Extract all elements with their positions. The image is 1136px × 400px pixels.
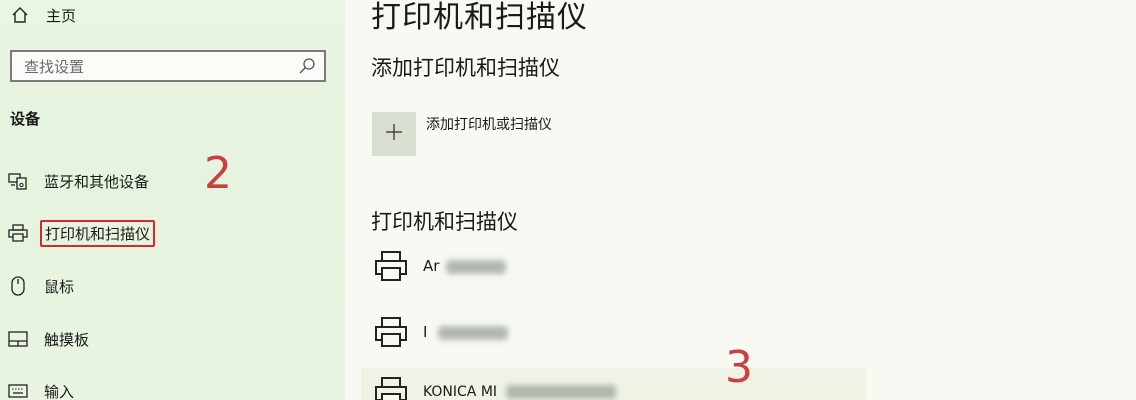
- redacted-text: [438, 325, 509, 340]
- redacted-text: [505, 385, 616, 399]
- sidebar-item-mouse[interactable]: 鼠标: [8, 273, 74, 299]
- printer-name: I: [423, 323, 509, 341]
- printer-list-title: 打印机和扫描仪: [371, 210, 518, 234]
- printer-name: KONICA MI: [423, 384, 616, 400]
- bluetooth-devices-icon: [8, 171, 28, 191]
- search-icon[interactable]: [296, 55, 318, 77]
- annotation-step-3: 3: [725, 342, 753, 393]
- printer-icon: [371, 372, 411, 400]
- printer-name: Ar: [423, 257, 507, 275]
- printer-icon: [371, 246, 411, 286]
- home-icon: [10, 5, 30, 25]
- printer-list-item[interactable]: I: [371, 310, 509, 354]
- redacted-text: [446, 259, 507, 274]
- add-printer-button[interactable]: [372, 112, 416, 156]
- page-title: 打印机和扫描仪: [371, 0, 588, 35]
- printer-list-item[interactable]: KONICA MI: [371, 370, 616, 400]
- sidebar-item-touchpad[interactable]: 触摸板: [8, 326, 89, 352]
- touchpad-icon: [8, 329, 28, 349]
- printers-page: 打印机和扫描仪 添加打印机和扫描仪 添加打印机或扫描仪 打印机和扫描仪 Ar I: [345, 0, 1136, 400]
- sidebar-item-label: 蓝牙和其他设备: [44, 172, 150, 191]
- search-settings-input[interactable]: 查找设置: [10, 50, 326, 82]
- sidebar-item-bluetooth[interactable]: 蓝牙和其他设备: [8, 168, 149, 194]
- sidebar-item-label: 输入: [44, 382, 75, 400]
- mouse-icon: [8, 276, 28, 296]
- home-label: 主页: [46, 6, 77, 25]
- home-nav-item[interactable]: 主页: [10, 4, 76, 26]
- settings-sidebar: 主页 查找设置 设备 蓝牙和其他设备 打印机和扫描仪 鼠标 触摸板 输入 2: [0, 0, 345, 400]
- printer-icon: [371, 312, 411, 352]
- search-placeholder: 查找设置: [24, 57, 85, 76]
- annotation-step-2: 2: [204, 148, 232, 199]
- keyboard-icon: [8, 381, 28, 400]
- sidebar-item-label: 鼠标: [44, 277, 75, 296]
- sidebar-item-label: 打印机和扫描仪: [40, 219, 156, 247]
- sidebar-item-label: 触摸板: [44, 330, 90, 349]
- printer-list-item[interactable]: Ar: [371, 244, 507, 288]
- printer-icon: [8, 223, 28, 243]
- section-title-devices: 设备: [10, 110, 41, 128]
- sidebar-item-printers[interactable]: 打印机和扫描仪: [8, 219, 156, 247]
- add-section-title: 添加打印机和扫描仪: [371, 56, 560, 80]
- sidebar-item-typing[interactable]: 输入: [8, 378, 74, 400]
- add-printer-label[interactable]: 添加打印机或扫描仪: [426, 114, 552, 134]
- plus-icon: [384, 122, 404, 146]
